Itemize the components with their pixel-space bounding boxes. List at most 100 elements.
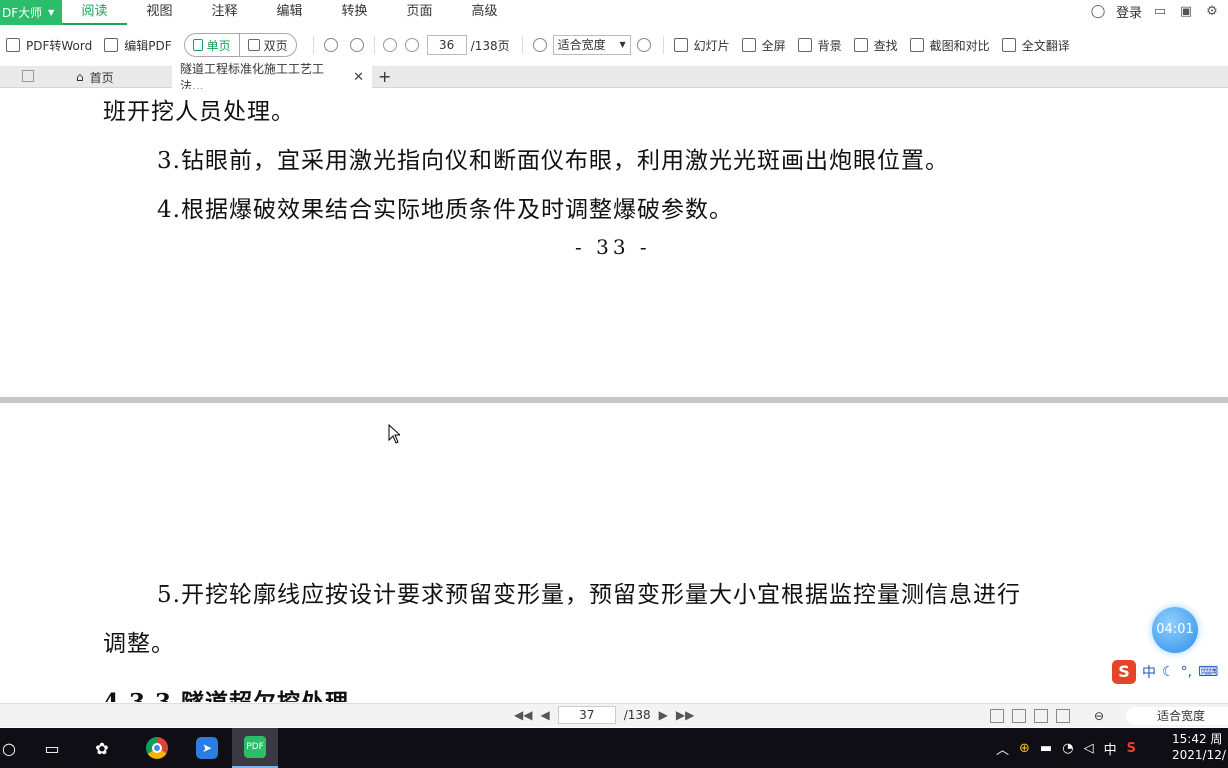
fullscreen-button[interactable]: 全屏: [736, 33, 792, 57]
feishu-app-icon[interactable]: ➤: [190, 728, 224, 768]
toolbar-divider: [312, 36, 314, 54]
zoom-in-icon[interactable]: [636, 38, 651, 52]
status-bar: ◀◀ ◀ 37 /138 ▶ ▶▶ ⊖ 适合宽度: [0, 703, 1228, 727]
chevron-up-icon[interactable]: ︿: [996, 739, 1009, 758]
edit-pdf-button[interactable]: 编辑PDF: [98, 33, 177, 57]
chevron-down-icon: ▼: [48, 8, 55, 17]
zoom-out-icon[interactable]: [532, 38, 547, 52]
menu-view[interactable]: 视图: [127, 0, 192, 25]
background-icon: [797, 38, 812, 52]
settings-icon[interactable]: ⚙: [1204, 4, 1220, 20]
search-icon: [853, 38, 868, 52]
screenshot-icon: [909, 38, 924, 52]
prev-page-icon[interactable]: [382, 38, 397, 52]
recording-timer[interactable]: 04:01: [1152, 607, 1198, 653]
zoom-out-icon[interactable]: ⊖: [1094, 709, 1104, 723]
add-tab-icon[interactable]: +: [378, 67, 391, 86]
next-page-icon[interactable]: ▶: [659, 708, 668, 722]
ime-mode-label[interactable]: 中: [1142, 662, 1156, 682]
screenshot-compare-button[interactable]: 截图和对比: [904, 33, 996, 57]
translate-button[interactable]: 全文翻译: [996, 33, 1076, 57]
pdf-app-icon[interactable]: PDF: [232, 728, 278, 768]
pdf-to-word-button[interactable]: PDF转Word: [0, 33, 98, 57]
edit-pdf-label: 编辑PDF: [124, 38, 172, 53]
prev-page-icon[interactable]: ◀: [540, 708, 549, 722]
double-page-button[interactable]: 双页: [240, 34, 296, 56]
moon-icon[interactable]: ☾: [1162, 664, 1175, 680]
app-brand-label: DF大师: [2, 6, 43, 20]
single-page-label: 单页: [206, 38, 231, 53]
user-icon[interactable]: ◯: [1090, 4, 1106, 20]
doc-text-line: 3.钻眼前，宜采用激光指向仪和断面仪布眼，利用激光光斑画出炮眼位置。: [157, 148, 949, 174]
punctuation-icon[interactable]: °,: [1181, 664, 1192, 680]
last-page-icon[interactable]: ▶▶: [676, 708, 694, 722]
close-icon[interactable]: ✕: [353, 70, 364, 85]
menu-read[interactable]: 阅读: [62, 0, 127, 25]
next-page-icon[interactable]: [404, 38, 419, 52]
menu-convert[interactable]: 转换: [322, 0, 387, 25]
ime-toolbar[interactable]: S 中 ☾ °, ⌨: [1112, 659, 1228, 685]
translate-icon: [1001, 38, 1016, 52]
total-pages-label: /138页: [470, 38, 510, 53]
word-convert-icon: [6, 38, 20, 52]
app-brand-menu[interactable]: DF大师 ▼: [0, 0, 62, 25]
background-label: 背景: [817, 38, 842, 53]
first-page-icon[interactable]: ◀◀: [514, 708, 532, 722]
gift-icon[interactable]: ▣: [1178, 4, 1194, 20]
clock-date: 2021/12/: [1172, 748, 1226, 762]
zoom-select[interactable]: 适合宽度 ▼: [552, 35, 631, 55]
single-page-button[interactable]: 单页: [185, 34, 240, 56]
tab-home-label: 首页: [89, 70, 114, 85]
status-total-pages: /138: [623, 708, 651, 722]
window-controls: ◯ 登录 ▭ ▣ ⚙: [1090, 2, 1220, 22]
find-button[interactable]: 查找: [848, 33, 904, 57]
battery-icon[interactable]: ▬: [1040, 741, 1052, 756]
doc-text-line: 4.根据爆破效果结合实际地质条件及时调整爆破参数。: [157, 197, 733, 223]
menu-annotate[interactable]: 注释: [192, 0, 257, 25]
task-view-icon[interactable]: ▭: [38, 728, 66, 768]
status-page-input[interactable]: 37: [557, 706, 616, 724]
system-clock[interactable]: 15:42 周 2021/12/: [1172, 731, 1226, 763]
rotate-clockwise-icon[interactable]: [323, 38, 338, 52]
status-zoom-select[interactable]: 适合宽度: [1126, 707, 1228, 725]
rotate-counterclockwise-icon[interactable]: [349, 38, 364, 52]
doc-text-line: 班开挖人员处理。: [103, 99, 295, 125]
toolbar-divider: [521, 36, 523, 54]
tab-home[interactable]: ⌂ 首页: [68, 66, 172, 88]
background-button[interactable]: 背景: [792, 33, 848, 57]
book-view-icon[interactable]: [1056, 709, 1070, 723]
volume-icon[interactable]: ◁: [1084, 741, 1094, 756]
menu-page[interactable]: 页面: [387, 0, 452, 25]
wifi-icon[interactable]: ◔: [1062, 741, 1073, 756]
save-icon[interactable]: [22, 70, 34, 82]
pinwheel-app-icon[interactable]: ✿: [88, 728, 116, 768]
screenshot-compare-label: 截图和对比: [929, 38, 990, 53]
search-icon[interactable]: ○: [0, 728, 18, 768]
update-icon[interactable]: ⊕: [1019, 741, 1030, 756]
os-taskbar: ○ ▭ ✿ ➤ PDF ︿ ⊕ ▬ ◔ ◁ 中 S 15:42 周 2021/1…: [0, 728, 1228, 768]
slideshow-button[interactable]: 幻灯片: [668, 33, 736, 57]
tab-document[interactable]: 隧道工程标准化施工工艺工法... ✕: [172, 62, 372, 93]
sogou-tray-icon[interactable]: S: [1127, 741, 1136, 756]
message-icon[interactable]: ▭: [1152, 4, 1168, 20]
menu-advanced[interactable]: 高级: [452, 0, 517, 25]
double-page-label: 双页: [263, 38, 288, 53]
continuous-view-icon[interactable]: [1034, 709, 1048, 723]
home-icon: ⌂: [76, 70, 84, 84]
slideshow-label: 幻灯片: [693, 38, 730, 53]
single-view-icon[interactable]: [990, 709, 1004, 723]
page-navigator: ◀◀ ◀ 37 /138 ▶ ▶▶: [514, 706, 694, 724]
keyboard-icon[interactable]: ⌨: [1198, 664, 1218, 680]
clock-time: 15:42 周: [1172, 732, 1223, 746]
login-link[interactable]: 登录: [1116, 2, 1142, 21]
page-number-footer: - 33 -: [575, 235, 651, 259]
document-viewport[interactable]: 班开挖人员处理。 3.钻眼前，宜采用激光指向仪和断面仪布眼，利用激光光斑画出炮眼…: [0, 89, 1228, 702]
document-tab-bar: ⌂ 首页 隧道工程标准化施工工艺工法... ✕ +: [0, 62, 1228, 93]
double-view-icon[interactable]: [1012, 709, 1026, 723]
page-number-input[interactable]: 36: [426, 35, 467, 55]
tray-lang-label[interactable]: 中: [1104, 739, 1117, 758]
chrome-icon[interactable]: [140, 728, 174, 768]
pdf-to-word-label: PDF转Word: [26, 38, 93, 53]
pdf-reader-window: DF大师 ▼ 阅读 视图 注释 编辑 转换 页面 高级 ◯ 登录 ▭ ▣ ⚙ P…: [0, 0, 1228, 768]
menu-edit[interactable]: 编辑: [257, 0, 322, 25]
